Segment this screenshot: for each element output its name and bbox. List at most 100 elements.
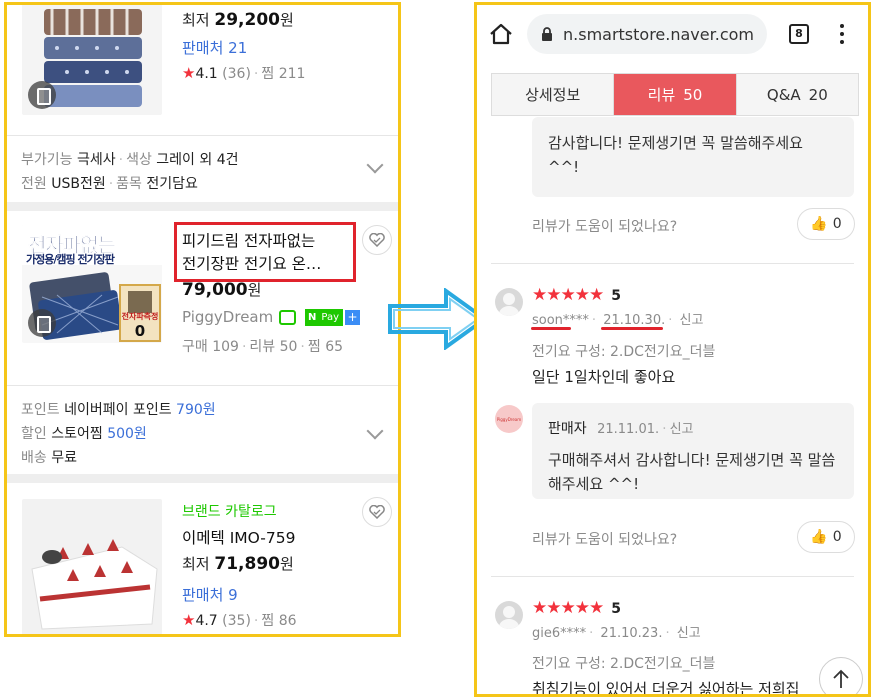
report-link[interactable]: 신고: [680, 313, 704, 328]
tab-qna[interactable]: Q&A 20: [736, 74, 858, 115]
review-stars: ★★★★★ 5: [532, 285, 621, 305]
like-button[interactable]: 👍 0: [797, 208, 855, 240]
star-icon: ★: [182, 611, 196, 629]
review-option: 전기요 구성: 2.DC전기요_더블: [532, 656, 716, 672]
product3-price-line: 최저 71,890원: [182, 553, 294, 574]
user-avatar: [495, 288, 523, 316]
seller-reply-text: 구매해주셔서 감사합니다! 문제생기면 꼭 말씀해주세요 ^^!: [548, 451, 836, 493]
zzim-count: 찜 65: [307, 339, 344, 355]
product2-price: 79,000: [182, 280, 248, 300]
seller-reply-date: 21.11.01.: [597, 422, 660, 437]
product3-title[interactable]: 이메텍 IMO-759: [182, 526, 295, 548]
product3-price: 71,890: [214, 554, 280, 574]
review-count: 리뷰 50: [249, 339, 298, 355]
tab-count: 50: [683, 85, 703, 104]
product-tabs: 상세정보 리뷰 50 Q&A 20: [491, 73, 859, 116]
thumbs-up-icon: 👍: [810, 529, 828, 545]
user-avatar: [495, 601, 523, 629]
npay-plus-icon: +: [345, 310, 361, 325]
product3-zzim: 찜 86: [261, 613, 297, 629]
chevron-down-icon[interactable]: [366, 156, 384, 174]
tab-reviews[interactable]: 리뷰 50: [614, 74, 737, 115]
seller-reply-bubble: 판매자 21.11.01. · 신고 구매해주셔서 감사합니다! 문제생기면 꼭 말…: [532, 403, 854, 499]
benefit-label: 네이버페이 포인트: [64, 402, 172, 418]
meta-value: USB전원: [51, 176, 106, 192]
product2-title-line2[interactable]: 전기장판 전기요 온…: [182, 252, 321, 274]
more-images-icon: [28, 309, 56, 337]
npay-n: N: [305, 309, 320, 326]
product1-meta-row: 부가기능 극세사 · 색상 그레이 외 4건: [21, 152, 239, 168]
product1-price-line: 최저 29,200원: [182, 9, 294, 30]
report-link[interactable]: 신고: [670, 422, 694, 437]
brand-catalog-label[interactable]: 브랜드 카탈로그: [182, 501, 277, 521]
scroll-to-top-button[interactable]: [819, 657, 863, 694]
thumbs-up-icon: 👍: [810, 216, 828, 232]
price-unit: 원: [247, 281, 262, 299]
benefit-key: 배송: [21, 450, 47, 466]
benefit-key: 포인트: [21, 402, 60, 418]
review-stars: ★★★★★ 5: [532, 598, 621, 618]
product2-stats-line: 구매 109 · 리뷰 50 · 찜 65: [182, 339, 344, 355]
talk-icon[interactable]: [279, 310, 297, 325]
product-image-imetec[interactable]: [22, 499, 162, 634]
user-underline-mark: [531, 327, 571, 330]
image-subcaption: 가정용/캠핑 전기장판: [26, 253, 115, 266]
tab-label: Q&A: [766, 85, 801, 104]
like-count: 0: [832, 529, 842, 545]
product2-title-line1[interactable]: 피기드림 전자파없는: [182, 229, 315, 251]
product1-price: 29,200: [214, 10, 280, 30]
product3-sellers-link[interactable]: 판매처 9: [182, 584, 238, 605]
benefit-value: 500원: [107, 426, 147, 442]
purchase-count: 구매 109: [182, 339, 239, 355]
home-icon[interactable]: [489, 23, 513, 45]
benefit-row: 배송 무료: [21, 447, 77, 467]
product1-review-count: (36): [222, 66, 251, 82]
helpful-prompt: 리뷰가 도움이 되었나요?: [532, 532, 678, 548]
review-body: 일단 1일차인데 좋아요: [532, 368, 676, 386]
chevron-down-icon[interactable]: [366, 422, 384, 440]
meta-value: 전기담요: [146, 176, 198, 192]
benefit-label: 무료: [51, 450, 77, 466]
benefit-row: 포인트 네이버페이 포인트 790원: [21, 399, 216, 419]
tab-label: 상세정보: [525, 86, 581, 104]
heart-icon: [369, 505, 385, 519]
arrow-up-icon: [833, 669, 849, 688]
report-link[interactable]: 신고: [677, 626, 701, 641]
search-results-panel: 최저 29,200원 판매처 21 ★4.1 (36) · 찜 211 부가기능 극…: [4, 2, 401, 637]
review-body: 취침기능이 있어서 더운거 싫어하는 저희집: [532, 680, 800, 697]
product3-review-count: (35): [222, 613, 251, 629]
meta-key: 색상: [126, 152, 152, 168]
price-unit: 원: [280, 11, 294, 29]
meta-value: 그레이 외 4건: [156, 152, 239, 168]
benefit-row: 할인 스토어찜 500원: [21, 423, 147, 443]
product1-sellers-link[interactable]: 판매처 21: [182, 37, 247, 58]
product1-zzim: 찜 211: [261, 66, 306, 82]
tab-details[interactable]: 상세정보: [492, 74, 615, 115]
heart-icon: [369, 233, 385, 247]
tab-switcher-button[interactable]: 8: [789, 24, 809, 44]
review-meta: gie6**** · 21.10.23. · 신고: [532, 626, 701, 641]
like-button[interactable]: 👍 0: [797, 521, 855, 553]
tab-count: 20: [808, 85, 828, 104]
product-image-electric-blanket[interactable]: 전자파없는 가정용/캠핑 전기장판 전자파측정 0: [22, 225, 162, 343]
image-badge-value: 0: [134, 322, 146, 340]
meta-key: 전원: [21, 176, 47, 192]
store-name[interactable]: PiggyDream: [182, 308, 273, 326]
address-bar[interactable]: n.smartstore.naver.com: [527, 14, 767, 54]
star-rating-icons: ★★★★★: [532, 598, 604, 618]
review-score: 5: [611, 601, 621, 617]
more-menu-icon[interactable]: [839, 22, 845, 46]
zzim-heart-button[interactable]: [362, 225, 392, 255]
product-image-blankets[interactable]: [22, 5, 162, 115]
mobile-browser-panel: n.smartstore.naver.com 8 상세정보 리뷰 50 Q&A 20…: [474, 2, 871, 697]
seller-label: 판매자: [548, 421, 587, 437]
meta-key: 부가기능: [21, 152, 73, 168]
lock-icon: [542, 26, 552, 41]
reviewer-id: gie6****: [532, 626, 587, 641]
benefit-label: 스토어찜: [51, 426, 103, 442]
zzim-heart-button[interactable]: [362, 497, 392, 527]
review-date: 21.10.30.: [603, 313, 666, 328]
star-rating-icons: ★★★★★: [532, 285, 604, 305]
section-divider: [7, 202, 398, 211]
meta-key: 품목: [116, 176, 142, 192]
